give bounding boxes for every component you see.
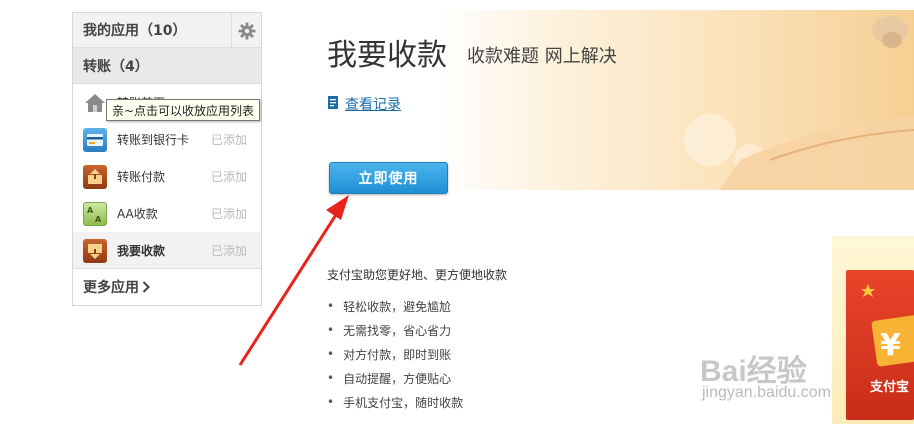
my-apps-header[interactable]: 我的应用（10） xyxy=(73,13,261,48)
added-status: 已添加 xyxy=(211,133,248,147)
transfer-group-label: 转账（4） xyxy=(83,58,149,75)
list-item: 对方付款，即时到账 xyxy=(327,342,463,366)
page-subtitle: 收款难题 网上解决 xyxy=(467,46,617,67)
sidebar-item-transfer-payment[interactable]: 转账付款 已添加 xyxy=(73,158,261,195)
sidebar-item-label: 转账到银行卡 xyxy=(117,133,190,147)
added-status: 已添加 xyxy=(211,207,248,221)
sidebar-item-label: 转账付款 xyxy=(117,170,166,184)
app-sidebar: 我的应用（10） 转账（4） 转账到银行卡 已添加 转账付款 已添加 A A A… xyxy=(72,12,262,306)
list-item: 轻松收款，避免尴尬 xyxy=(327,294,463,318)
my-apps-title: 我的应用（10） xyxy=(83,23,187,39)
sidebar-item-transfer-to-card[interactable]: 转账到银行卡 已添加 xyxy=(73,121,261,158)
home-icon xyxy=(83,91,107,115)
aa-icon: A A xyxy=(83,201,107,226)
added-status: 已添加 xyxy=(211,244,248,258)
document-icon xyxy=(327,95,339,114)
view-records-link[interactable]: 查看记录 xyxy=(327,94,401,114)
collect-box-icon xyxy=(83,238,107,263)
promo-card-image: ¥ 支付宝 xyxy=(846,270,914,420)
transfer-group-header[interactable]: 转账（4） xyxy=(73,48,261,84)
added-status: 已添加 xyxy=(211,170,248,184)
bank-card-icon xyxy=(83,127,107,152)
service-description: 支付宝助您更好地、更方便地收款 xyxy=(327,268,508,282)
sidebar-tooltip: 亲~点击可以收放应用列表 xyxy=(106,99,261,121)
hero-banner-image xyxy=(440,10,914,190)
svg-text:A: A xyxy=(95,215,102,224)
list-item: 无需找零，省心省力 xyxy=(327,318,463,342)
view-records-label: 查看记录 xyxy=(345,97,401,113)
watermark-url: jingyan.baidu.com xyxy=(702,384,831,401)
more-apps-link[interactable]: 更多应用 xyxy=(73,268,261,305)
page-title: 我要收款 xyxy=(327,38,447,73)
svg-text:¥: ¥ xyxy=(880,328,901,363)
feature-list: 轻松收款，避免尴尬 无需找零，省心省力 对方付款，即时到账 自动提醒，方便贴心 … xyxy=(327,294,463,414)
sidebar-item-aa-collect[interactable]: A A AA收款 已添加 xyxy=(73,195,261,232)
list-item: 自动提醒，方便贴心 xyxy=(327,366,463,390)
hand-coin-illustration xyxy=(684,16,914,190)
use-now-button[interactable]: 立即使用 xyxy=(329,162,448,194)
gear-icon[interactable] xyxy=(231,13,261,48)
sidebar-item-label: 我要收款 xyxy=(117,244,166,258)
sidebar-item-collect-money[interactable]: 我要收款 已添加 xyxy=(73,232,261,269)
yuan-coin-icon: ¥ xyxy=(861,284,914,367)
sidebar-item-label: AA收款 xyxy=(117,207,158,221)
svg-text:A: A xyxy=(87,206,94,215)
payment-box-icon xyxy=(83,164,107,189)
chevron-right-icon xyxy=(142,281,150,293)
list-item: 手机支付宝，随时收款 xyxy=(327,390,463,414)
more-apps-label: 更多应用 xyxy=(83,280,139,296)
promo-label: 支付宝 xyxy=(870,380,910,395)
